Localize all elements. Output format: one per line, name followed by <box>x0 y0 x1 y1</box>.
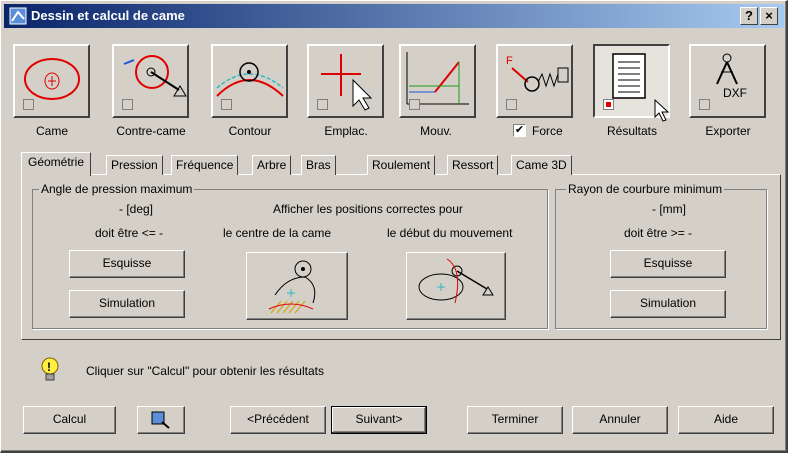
next-button[interactable]: Suivant> <box>331 406 427 434</box>
pressure-value: - [deg] <box>119 202 154 216</box>
cam-center-diagram-icon <box>268 260 316 314</box>
svg-text:!: ! <box>47 360 51 374</box>
tool-emplac-button[interactable] <box>307 44 384 118</box>
tab-panel-geometrie: Angle de pression maximum - [deg] doit ê… <box>21 174 781 340</box>
help-title-button[interactable]: ? <box>740 7 758 25</box>
curvature-sketch-button[interactable]: Esquisse <box>610 250 726 278</box>
dxf-icon-label: DXF <box>723 86 747 100</box>
tool-exporter-label: Exporter <box>705 124 751 138</box>
tool-resultats-checkbox[interactable] <box>603 99 614 110</box>
force-checkbox-label: Force <box>532 124 563 138</box>
tool-contre-came-label: Contre-came <box>116 124 186 138</box>
tool-emplac-label: Emplac. <box>324 124 368 138</box>
window-title: Dessin et calcul de came <box>31 8 185 23</box>
curvature-value: - [mm] <box>652 202 686 216</box>
tool-came-checkbox[interactable] <box>23 99 34 110</box>
calcul-button[interactable]: Calcul <box>23 406 116 434</box>
finish-button[interactable]: Terminer <box>467 406 563 434</box>
motion-start-position-button[interactable] <box>406 252 506 320</box>
svg-text:F: F <box>506 55 513 67</box>
title-bar[interactable]: Dessin et calcul de came ? × <box>4 4 784 28</box>
pressure-angle-group: Angle de pression maximum - [deg] doit ê… <box>32 182 548 329</box>
pressure-group-title: Angle de pression maximum <box>39 182 195 196</box>
motion-start-diagram-icon <box>418 258 494 304</box>
motion-start-label: le début du mouvement <box>387 226 513 240</box>
tab-arbre[interactable]: Arbre <box>252 155 292 175</box>
tool-force-checkbox[interactable] <box>506 99 517 110</box>
tool-contre-came-checkbox[interactable] <box>122 99 133 110</box>
tab-bras[interactable]: Bras <box>301 155 336 175</box>
cam-center-position-button[interactable] <box>246 252 348 320</box>
tool-mouv-checkbox[interactable] <box>409 99 420 110</box>
tab-pression[interactable]: Pression <box>106 155 163 175</box>
tool-mouv-button[interactable] <box>399 44 476 118</box>
hint-text: Cliquer sur "Calcul" pour obtenir les ré… <box>86 364 324 378</box>
tool-exporter-checkbox[interactable] <box>699 99 710 110</box>
mouse-cursor-icon <box>654 99 670 122</box>
lightbulb-icon: ! <box>41 357 59 381</box>
tool-exporter-button[interactable]: DXF <box>689 44 766 118</box>
tool-force-button[interactable]: F <box>496 44 573 118</box>
tab-came-3d[interactable]: Came 3D <box>511 155 572 175</box>
tool-contour-button[interactable] <box>211 44 288 118</box>
cancel-button[interactable]: Annuler <box>572 406 668 434</box>
curvature-limit: doit être >= - <box>624 226 693 240</box>
help-button[interactable]: Aide <box>678 406 774 434</box>
zoom-button[interactable] <box>137 406 185 434</box>
close-title-button[interactable]: × <box>760 7 778 25</box>
curvature-group-title: Rayon de courbure minimum <box>566 182 725 196</box>
show-positions-label: Afficher les positions correctes pour <box>273 202 463 216</box>
tool-came-button[interactable] <box>13 44 90 118</box>
tool-contour-checkbox[interactable] <box>221 99 232 110</box>
pressure-sketch-button[interactable]: Esquisse <box>69 250 185 278</box>
force-checkbox[interactable]: ✔ <box>513 124 526 137</box>
tool-came-label: Came <box>35 124 68 138</box>
curvature-radius-group: Rayon de courbure minimum - [mm] doit êt… <box>555 182 767 329</box>
tab-ressort[interactable]: Ressort <box>447 155 499 175</box>
tool-mouv-label: Mouv. <box>420 124 452 138</box>
pressure-limit: doit être <= - <box>95 226 164 240</box>
magnifier-icon <box>151 411 170 429</box>
tab-geometrie[interactable]: Géométrie <box>21 152 92 176</box>
tool-contour-label: Contour <box>228 124 272 138</box>
dialog-window: Dessin et calcul de came ? × F DXF Came … <box>0 0 788 453</box>
app-icon <box>9 7 27 25</box>
previous-button[interactable]: <Précédent <box>230 406 326 434</box>
tool-contre-came-button[interactable] <box>112 44 189 118</box>
tab-frequence[interactable]: Fréquence <box>171 155 239 175</box>
curvature-simulation-button[interactable]: Simulation <box>610 290 726 318</box>
cam-center-label: le centre de la came <box>223 226 332 240</box>
tool-emplac-checkbox[interactable] <box>317 99 328 110</box>
tool-resultats-label: Résultats <box>606 124 658 138</box>
tab-roulement[interactable]: Roulement <box>367 155 436 175</box>
pressure-simulation-button[interactable]: Simulation <box>69 290 185 318</box>
